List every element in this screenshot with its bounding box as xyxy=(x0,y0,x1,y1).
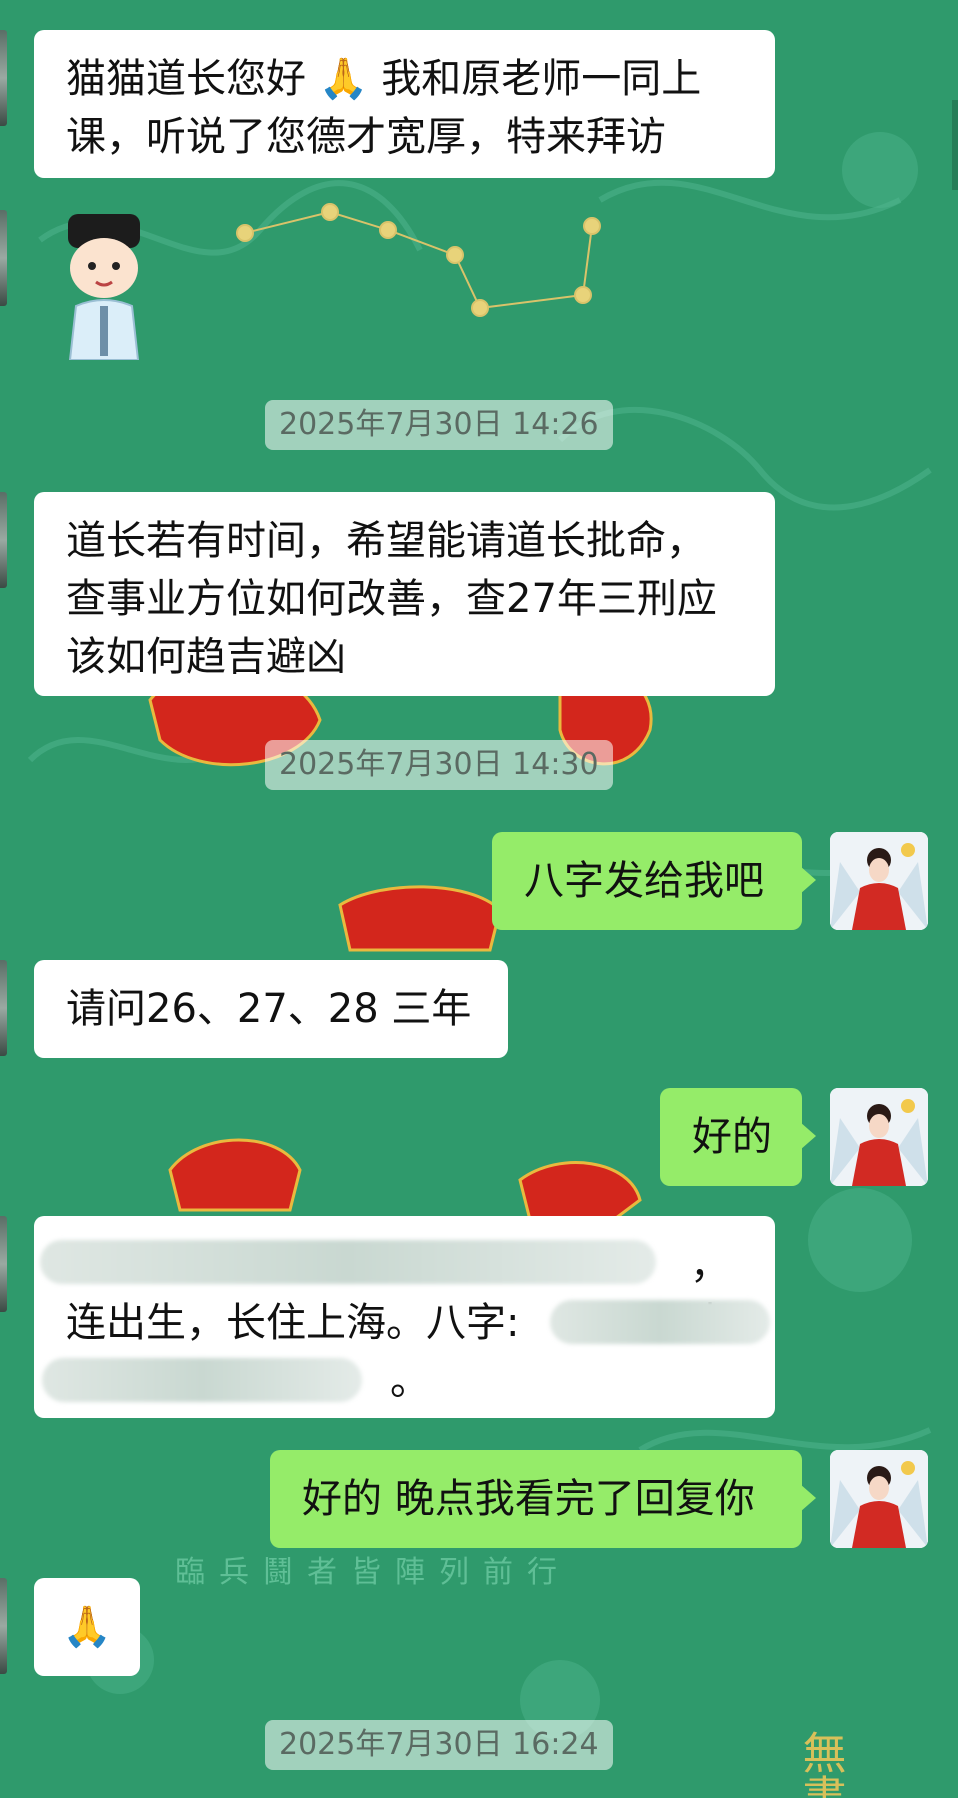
redacted-text-overlay xyxy=(42,1358,362,1402)
message-text: 八字发给我吧 xyxy=(524,858,764,904)
incoming-message-bubble[interactable]: ，大 连出生，长住上海。八字: 。 xyxy=(34,1216,775,1418)
message-emoji: 🙏 xyxy=(62,1604,112,1650)
message-text: 。 xyxy=(390,1358,430,1404)
message-text: 道长若有时间，希望能请道长批命，查事业方位如何改善，查27年三刑应该如何趋吉避凶 xyxy=(66,518,717,680)
constellation-decoration xyxy=(236,203,601,317)
wallpaper-corner-glyphs: 無書 xyxy=(795,1730,846,1798)
incoming-message-bubble[interactable]: 🙏 xyxy=(34,1578,140,1676)
my-avatar[interactable] xyxy=(830,1088,928,1186)
incoming-message-bubble[interactable]: 道长若有时间，希望能请道长批命，查事业方位如何改善，查27年三刑应该如何趋吉避凶 xyxy=(34,492,775,696)
my-avatar[interactable] xyxy=(830,832,928,930)
user-portrait-icon xyxy=(830,1088,928,1186)
contact-avatar[interactable] xyxy=(0,1216,7,1312)
scroll-indicator xyxy=(952,100,958,190)
message-text: 连出生，长住上海。八字: xyxy=(66,1300,520,1346)
message-text: 好的 晚点我看完了回复你 xyxy=(302,1476,755,1522)
contact-avatar[interactable] xyxy=(0,960,7,1056)
contact-avatar[interactable] xyxy=(0,1578,7,1674)
user-portrait-icon xyxy=(830,1450,928,1548)
message-text: 好的 xyxy=(692,1114,772,1160)
incoming-message-bubble[interactable]: 猫猫道长您好 🙏 我和原老师一同上课，听说了您德才宽厚，特来拜访 xyxy=(34,30,775,178)
my-avatar[interactable] xyxy=(830,1450,928,1548)
scholar-sticker-icon xyxy=(68,214,140,361)
message-timestamp: 2025年7月30日 14:30 xyxy=(265,740,613,790)
contact-avatar[interactable] xyxy=(0,30,7,126)
outgoing-message-bubble[interactable]: 八字发给我吧 xyxy=(492,832,816,930)
message-text: 请问26、27、28 三年 xyxy=(66,986,472,1032)
user-portrait-icon xyxy=(830,832,928,930)
outgoing-message-bubble[interactable]: 好的 晚点我看完了回复你 xyxy=(270,1450,816,1548)
redacted-text-overlay xyxy=(550,1300,770,1344)
wallpaper-banner-text: 臨兵鬪者皆陣列前行 xyxy=(175,1555,571,1590)
contact-avatar[interactable] xyxy=(0,492,7,588)
redacted-text-overlay xyxy=(40,1240,656,1284)
message-timestamp: 2025年7月30日 14:26 xyxy=(265,400,613,450)
incoming-message-bubble[interactable]: 请问26、27、28 三年 xyxy=(34,960,508,1058)
message-text: 猫猫道长您好 🙏 我和原老师一同上课，听说了您德才宽厚，特来拜访 xyxy=(66,56,702,160)
message-timestamp: 2025年7月30日 16:24 xyxy=(265,1720,613,1770)
contact-avatar[interactable] xyxy=(0,210,7,306)
sticker-message[interactable] xyxy=(54,210,154,361)
outgoing-message-bubble[interactable]: 好的 xyxy=(660,1088,816,1186)
